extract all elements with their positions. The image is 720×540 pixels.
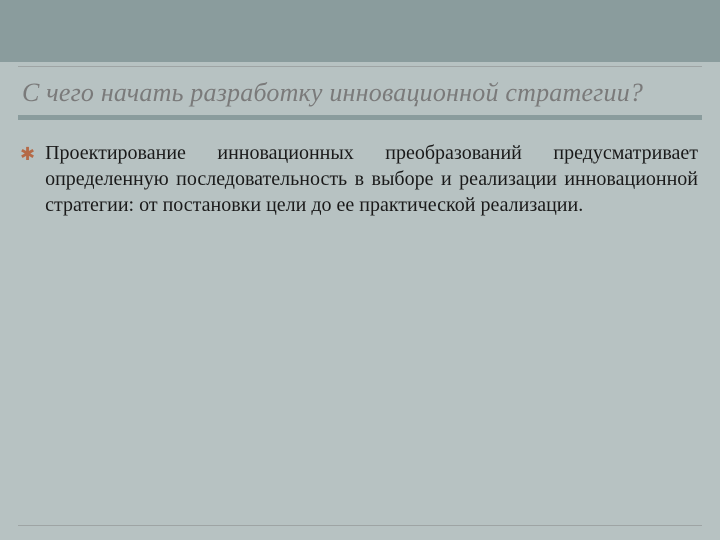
list-item: ✱ Проектирование инновационных преобразо… bbox=[20, 140, 698, 218]
bottom-divider bbox=[18, 525, 702, 526]
title-underline bbox=[18, 115, 702, 120]
bullet-icon: ✱ bbox=[20, 143, 35, 166]
bullet-text: Проектирование инновационных преобразова… bbox=[45, 140, 698, 218]
top-divider bbox=[18, 66, 702, 67]
header-band bbox=[0, 0, 720, 62]
slide-title: С чего начать разработку инновационной с… bbox=[22, 78, 698, 108]
content-area: ✱ Проектирование инновационных преобразо… bbox=[20, 140, 698, 218]
